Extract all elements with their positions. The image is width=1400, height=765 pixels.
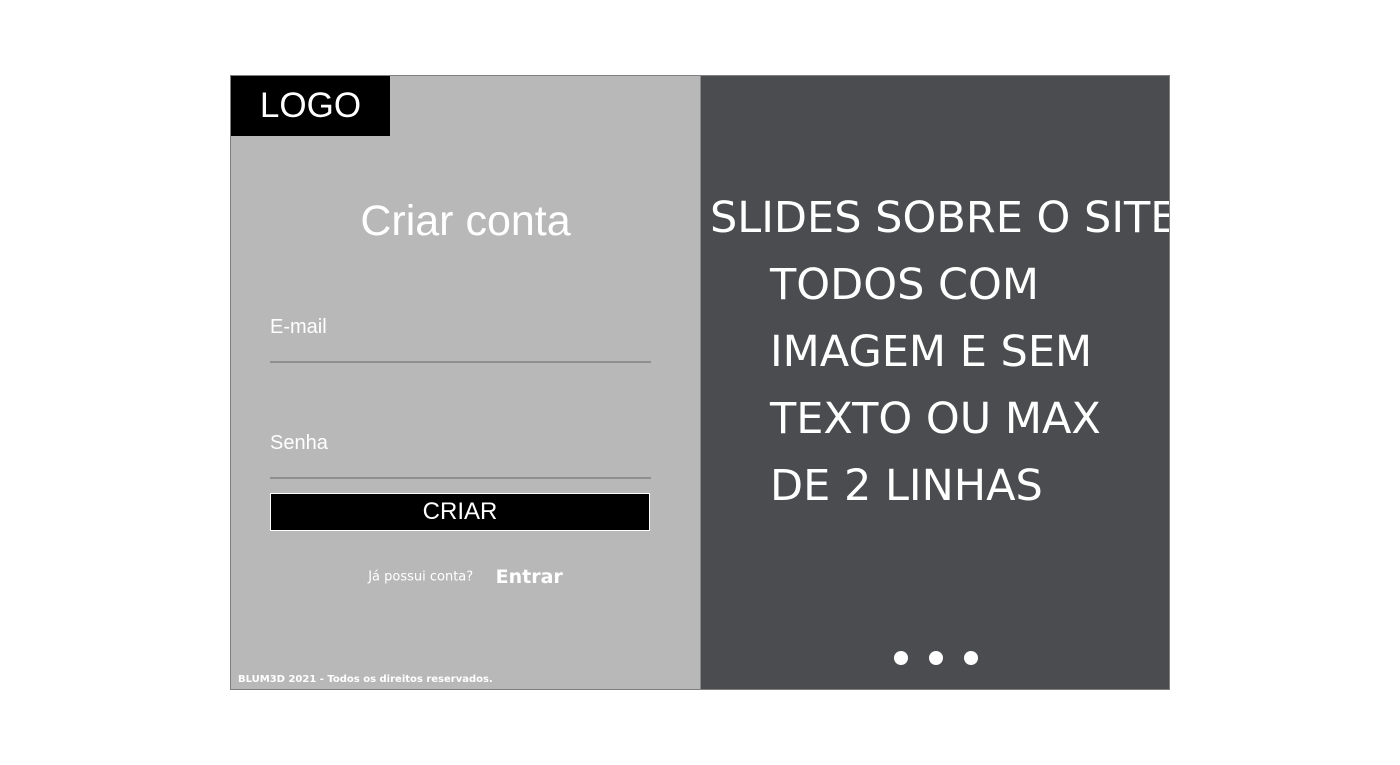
slide-text-line: TEXTO OU MAX xyxy=(770,394,1101,444)
create-button[interactable]: CRIAR xyxy=(270,493,650,531)
slides-panel: SLIDES SOBRE O SITE TODOS COM IMAGEM E S… xyxy=(701,76,1169,689)
email-field-underline xyxy=(270,361,651,363)
slide-text-line: SLIDES SOBRE O SITE xyxy=(710,193,1169,243)
slide-dot-2[interactable] xyxy=(929,651,943,665)
signup-panel: LOGO Criar conta E-mail Senha CRIAR Já p… xyxy=(231,76,700,689)
signup-card: LOGO Criar conta E-mail Senha CRIAR Já p… xyxy=(230,75,1170,690)
slide-text-line: IMAGEM E SEM xyxy=(770,327,1093,377)
page-title: Criar conta xyxy=(360,197,571,245)
slide-dot-1[interactable] xyxy=(894,651,908,665)
logo[interactable]: LOGO xyxy=(231,76,390,136)
password-field-underline xyxy=(270,477,651,479)
slide-dot-3[interactable] xyxy=(964,651,978,665)
login-prompt: Já possui conta? xyxy=(368,569,474,585)
login-row: Já possui conta? Entrar xyxy=(231,566,700,588)
slide-text-line: DE 2 LINHAS xyxy=(770,461,1043,511)
slide-text-line: TODOS COM xyxy=(770,260,1040,310)
copyright-footer: BLUM3D 2021 - Todos os direitos reservad… xyxy=(238,674,493,685)
login-link[interactable]: Entrar xyxy=(496,566,563,588)
email-field[interactable]: E-mail xyxy=(270,315,327,339)
password-field[interactable]: Senha xyxy=(270,431,328,455)
